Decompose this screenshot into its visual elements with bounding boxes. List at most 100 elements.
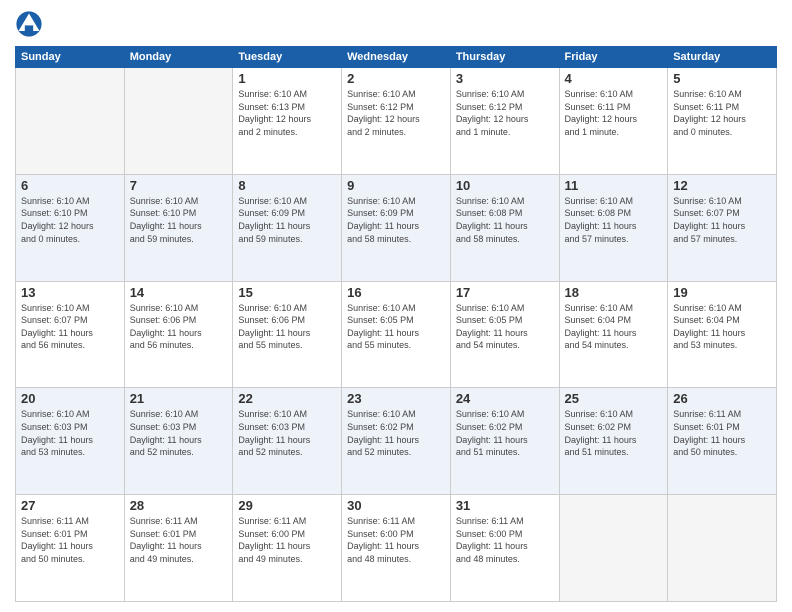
day-number: 31 xyxy=(456,498,554,513)
calendar-cell: 26 Sunrise: 6:11 AM Sunset: 6:01 PM Dayli… xyxy=(668,388,777,495)
page: SundayMondayTuesdayWednesdayThursdayFrid… xyxy=(0,0,792,612)
cell-info: Sunrise: 6:10 AM Sunset: 6:03 PM Dayligh… xyxy=(238,408,336,458)
day-number: 28 xyxy=(130,498,228,513)
calendar-cell: 1 Sunrise: 6:10 AM Sunset: 6:13 PM Daylig… xyxy=(233,68,342,175)
calendar-cell: 25 Sunrise: 6:10 AM Sunset: 6:02 PM Dayli… xyxy=(559,388,668,495)
cell-info: Sunrise: 6:10 AM Sunset: 6:03 PM Dayligh… xyxy=(21,408,119,458)
cell-info: Sunrise: 6:10 AM Sunset: 6:12 PM Dayligh… xyxy=(347,88,445,138)
cell-info: Sunrise: 6:10 AM Sunset: 6:02 PM Dayligh… xyxy=(456,408,554,458)
calendar-cell: 4 Sunrise: 6:10 AM Sunset: 6:11 PM Daylig… xyxy=(559,68,668,175)
logo-icon xyxy=(15,10,43,38)
calendar-cell: 9 Sunrise: 6:10 AM Sunset: 6:09 PM Daylig… xyxy=(342,174,451,281)
day-number: 20 xyxy=(21,391,119,406)
calendar-cell: 11 Sunrise: 6:10 AM Sunset: 6:08 PM Dayli… xyxy=(559,174,668,281)
cell-info: Sunrise: 6:10 AM Sunset: 6:11 PM Dayligh… xyxy=(673,88,771,138)
cell-info: Sunrise: 6:10 AM Sunset: 6:13 PM Dayligh… xyxy=(238,88,336,138)
calendar-cell: 15 Sunrise: 6:10 AM Sunset: 6:06 PM Dayli… xyxy=(233,281,342,388)
calendar-cell: 13 Sunrise: 6:10 AM Sunset: 6:07 PM Dayli… xyxy=(16,281,125,388)
cell-info: Sunrise: 6:10 AM Sunset: 6:02 PM Dayligh… xyxy=(347,408,445,458)
cell-info: Sunrise: 6:10 AM Sunset: 6:06 PM Dayligh… xyxy=(238,302,336,352)
cell-info: Sunrise: 6:10 AM Sunset: 6:10 PM Dayligh… xyxy=(21,195,119,245)
weekday-header-row: SundayMondayTuesdayWednesdayThursdayFrid… xyxy=(16,47,777,68)
calendar-cell: 17Sunrise: 6:10 AM Sunset: 6:05 PM Dayli… xyxy=(450,281,559,388)
calendar-cell: 30 Sunrise: 6:11 AM Sunset: 6:00 PM Dayli… xyxy=(342,495,451,602)
calendar-cell: 31 Sunrise: 6:11 AM Sunset: 6:00 PM Dayli… xyxy=(450,495,559,602)
day-number: 22 xyxy=(238,391,336,406)
cell-info: Sunrise: 6:10 AM Sunset: 6:09 PM Dayligh… xyxy=(238,195,336,245)
day-number: 30 xyxy=(347,498,445,513)
day-number: 2 xyxy=(347,71,445,86)
day-number: 1 xyxy=(238,71,336,86)
calendar-cell xyxy=(124,68,233,175)
calendar-cell xyxy=(559,495,668,602)
calendar-cell: 6 Sunrise: 6:10 AM Sunset: 6:10 PM Daylig… xyxy=(16,174,125,281)
day-number: 26 xyxy=(673,391,771,406)
calendar-cell: 8 Sunrise: 6:10 AM Sunset: 6:09 PM Daylig… xyxy=(233,174,342,281)
calendar-table: SundayMondayTuesdayWednesdayThursdayFrid… xyxy=(15,46,777,602)
cell-info: Sunrise: 6:10 AM Sunset: 6:03 PM Dayligh… xyxy=(130,408,228,458)
calendar-cell: 3 Sunrise: 6:10 AM Sunset: 6:12 PM Daylig… xyxy=(450,68,559,175)
cell-info: Sunrise: 6:10 AM Sunset: 6:10 PM Dayligh… xyxy=(130,195,228,245)
calendar-cell: 16Sunrise: 6:10 AM Sunset: 6:05 PM Dayli… xyxy=(342,281,451,388)
cell-info: Sunrise: 6:10 AM Sunset: 6:08 PM Dayligh… xyxy=(456,195,554,245)
cell-info: Sunrise: 6:11 AM Sunset: 6:00 PM Dayligh… xyxy=(347,515,445,565)
day-number: 21 xyxy=(130,391,228,406)
calendar-cell: 7 Sunrise: 6:10 AM Sunset: 6:10 PM Daylig… xyxy=(124,174,233,281)
day-number: 15 xyxy=(238,285,336,300)
day-number: 8 xyxy=(238,178,336,193)
cell-info: Sunrise: 6:10 AM Sunset: 6:07 PM Dayligh… xyxy=(673,195,771,245)
cell-info: Sunrise: 6:11 AM Sunset: 6:00 PM Dayligh… xyxy=(238,515,336,565)
calendar-cell xyxy=(16,68,125,175)
header xyxy=(15,10,777,38)
calendar-cell: 18Sunrise: 6:10 AM Sunset: 6:04 PM Dayli… xyxy=(559,281,668,388)
day-number: 11 xyxy=(565,178,663,193)
day-number: 18 xyxy=(565,285,663,300)
day-number: 24 xyxy=(456,391,554,406)
cell-info: Sunrise: 6:10 AM Sunset: 6:02 PM Dayligh… xyxy=(565,408,663,458)
cell-info: Sunrise: 6:10 AM Sunset: 6:09 PM Dayligh… xyxy=(347,195,445,245)
weekday-header-thursday: Thursday xyxy=(450,47,559,68)
day-number: 9 xyxy=(347,178,445,193)
calendar-week-row: 1 Sunrise: 6:10 AM Sunset: 6:13 PM Daylig… xyxy=(16,68,777,175)
day-number: 13 xyxy=(21,285,119,300)
cell-info: Sunrise: 6:10 AM Sunset: 6:11 PM Dayligh… xyxy=(565,88,663,138)
day-number: 25 xyxy=(565,391,663,406)
cell-info: Sunrise: 6:10 AM Sunset: 6:07 PM Dayligh… xyxy=(21,302,119,352)
cell-info: Sunrise: 6:11 AM Sunset: 6:01 PM Dayligh… xyxy=(130,515,228,565)
cell-info: Sunrise: 6:10 AM Sunset: 6:04 PM Dayligh… xyxy=(673,302,771,352)
cell-info: Sunrise: 6:10 AM Sunset: 6:08 PM Dayligh… xyxy=(565,195,663,245)
cell-info: Sunrise: 6:10 AM Sunset: 6:05 PM Dayligh… xyxy=(347,302,445,352)
calendar-week-row: 13 Sunrise: 6:10 AM Sunset: 6:07 PM Dayli… xyxy=(16,281,777,388)
day-number: 27 xyxy=(21,498,119,513)
day-number: 5 xyxy=(673,71,771,86)
calendar-week-row: 6 Sunrise: 6:10 AM Sunset: 6:10 PM Daylig… xyxy=(16,174,777,281)
calendar-cell: 10Sunrise: 6:10 AM Sunset: 6:08 PM Dayli… xyxy=(450,174,559,281)
calendar-cell: 23 Sunrise: 6:10 AM Sunset: 6:02 PM Dayli… xyxy=(342,388,451,495)
day-number: 23 xyxy=(347,391,445,406)
day-number: 6 xyxy=(21,178,119,193)
cell-info: Sunrise: 6:11 AM Sunset: 6:01 PM Dayligh… xyxy=(673,408,771,458)
day-number: 7 xyxy=(130,178,228,193)
logo xyxy=(15,10,46,38)
cell-info: Sunrise: 6:11 AM Sunset: 6:01 PM Dayligh… xyxy=(21,515,119,565)
weekday-header-wednesday: Wednesday xyxy=(342,47,451,68)
day-number: 3 xyxy=(456,71,554,86)
calendar-cell: 20 Sunrise: 6:10 AM Sunset: 6:03 PM Dayli… xyxy=(16,388,125,495)
day-number: 12 xyxy=(673,178,771,193)
weekday-header-monday: Monday xyxy=(124,47,233,68)
cell-info: Sunrise: 6:11 AM Sunset: 6:00 PM Dayligh… xyxy=(456,515,554,565)
calendar-cell: 14Sunrise: 6:10 AM Sunset: 6:06 PM Dayli… xyxy=(124,281,233,388)
calendar-cell: 24 Sunrise: 6:10 AM Sunset: 6:02 PM Dayli… xyxy=(450,388,559,495)
calendar-cell: 2 Sunrise: 6:10 AM Sunset: 6:12 PM Daylig… xyxy=(342,68,451,175)
calendar-cell: 28 Sunrise: 6:11 AM Sunset: 6:01 PM Dayli… xyxy=(124,495,233,602)
day-number: 17 xyxy=(456,285,554,300)
day-number: 14 xyxy=(130,285,228,300)
day-number: 19 xyxy=(673,285,771,300)
calendar-cell: 21 Sunrise: 6:10 AM Sunset: 6:03 PM Dayli… xyxy=(124,388,233,495)
day-number: 29 xyxy=(238,498,336,513)
weekday-header-tuesday: Tuesday xyxy=(233,47,342,68)
calendar-cell: 29 Sunrise: 6:11 AM Sunset: 6:00 PM Dayli… xyxy=(233,495,342,602)
calendar-week-row: 20 Sunrise: 6:10 AM Sunset: 6:03 PM Dayli… xyxy=(16,388,777,495)
day-number: 4 xyxy=(565,71,663,86)
cell-info: Sunrise: 6:10 AM Sunset: 6:12 PM Dayligh… xyxy=(456,88,554,138)
